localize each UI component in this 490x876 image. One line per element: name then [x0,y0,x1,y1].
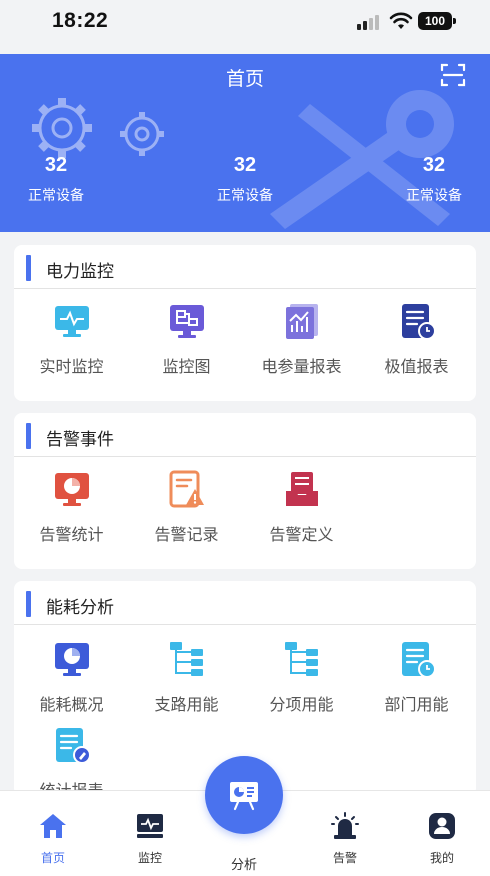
stat-normal-devices-1: 32 正常设备 [1,154,111,205]
menu-item-label: 能耗概况 [39,697,104,714]
menu-item-electric-parameter-report[interactable]: 电参量报表 [244,301,359,377]
status-time: 18:22 [52,9,109,32]
monitor-icon [137,814,163,838]
menu-item-alarm-definition[interactable]: 告警定义 [244,469,359,545]
menu-item-statistical-report[interactable]: 统计报表 [14,725,129,796]
monitor-diagram-icon [169,305,204,338]
menu-item-label: 电参量报表 [261,359,342,376]
stat-value: 32 [44,154,68,176]
section-power-monitoring: 电力监控 实时监控 监控图 电参量报表 极值报表 [14,245,476,401]
tab-analysis-label: 分析 [230,857,257,872]
document-edit-icon [55,728,91,764]
stat-value: 32 [422,154,446,176]
page-title: 首页 [225,69,264,90]
presentation-chart-icon [230,782,258,811]
monitor-pulse-icon [54,306,89,337]
stat-normal-devices-2: 32 正常设备 [190,154,300,205]
document-warning-icon [169,470,204,508]
menu-item-label: 部门用能 [384,697,449,714]
user-profile-icon [429,813,455,839]
battery-icon: 100 [418,12,456,30]
section-title: 告警事件 [46,430,114,449]
menu-item-alarm-records[interactable]: 告警记录 [129,469,244,545]
branch-tree-icon [284,642,318,676]
tab-label: 我的 [429,851,454,865]
menu-item-label: 实时监控 [39,359,104,376]
menu-item-label: 告警定义 [269,527,334,544]
monitor-pie-icon [54,643,89,676]
status-bar: 18:22 100 [0,0,490,54]
analysis-fab-button[interactable] [205,756,283,834]
header-banner: 首页 32 正常设备 32 正常设备 32 正常设备 [0,54,490,232]
menu-item-alarm-statistics[interactable]: 告警统计 [14,469,129,545]
section-header: 能耗分析 [14,581,476,625]
stat-normal-devices-3: 32 正常设备 [379,154,489,205]
section-alarm-events: 告警事件 告警统计 告警记录 告警定义 [14,413,476,569]
menu-item-monitoring-diagram[interactable]: 监控图 [129,301,244,377]
menu-item-extreme-value-report[interactable]: 极值报表 [359,301,474,377]
menu-item-branch-energy[interactable]: 支路用能 [129,639,244,715]
document-clock-icon [401,304,436,340]
menu-item-label: 分项用能 [269,697,334,714]
alarm-siren-icon [331,812,359,839]
wifi-icon [389,12,413,29]
stat-label: 正常设备 [217,187,273,203]
tab-alarm[interactable]: 告警 [305,811,385,866]
section-header: 告警事件 [14,413,476,457]
stat-label: 正常设备 [28,187,84,203]
stat-value: 32 [233,154,257,176]
menu-item-realtime-monitoring[interactable]: 实时监控 [14,301,129,377]
inbox-stack-icon [285,472,318,506]
home-icon [40,814,66,838]
section-title: 能耗分析 [46,598,114,617]
menu-item-label: 极值报表 [384,359,449,376]
section-accent-bar [26,591,31,617]
tab-mine[interactable]: 我的 [402,811,482,866]
monitor-pie-icon [54,473,89,506]
menu-item-label: 告警记录 [154,527,219,544]
document-clock-icon [401,642,436,678]
chart-report-icon [285,304,318,339]
tab-monitor[interactable]: 监控 [110,811,190,866]
menu-item-label: 告警统计 [39,527,104,544]
tab-label: 首页 [40,851,65,865]
section-accent-bar [26,423,31,449]
menu-item-energy-overview[interactable]: 能耗概况 [14,639,129,715]
section-accent-bar [26,255,31,281]
scan-icon[interactable] [440,62,466,88]
tab-label: 告警 [332,851,357,865]
menu-item-label: 支路用能 [154,697,219,714]
menu-item-label: 监控图 [162,359,211,376]
section-title: 电力监控 [46,262,114,281]
tab-home[interactable]: 首页 [13,811,93,866]
section-header: 电力监控 [14,245,476,289]
tab-label: 监控 [137,851,162,865]
branch-tree-icon [169,642,203,676]
stat-label: 正常设备 [406,187,462,203]
menu-item-itemized-energy[interactable]: 分项用能 [244,639,359,715]
menu-item-department-energy[interactable]: 部门用能 [359,639,474,715]
cellular-signal-icon [357,14,381,30]
